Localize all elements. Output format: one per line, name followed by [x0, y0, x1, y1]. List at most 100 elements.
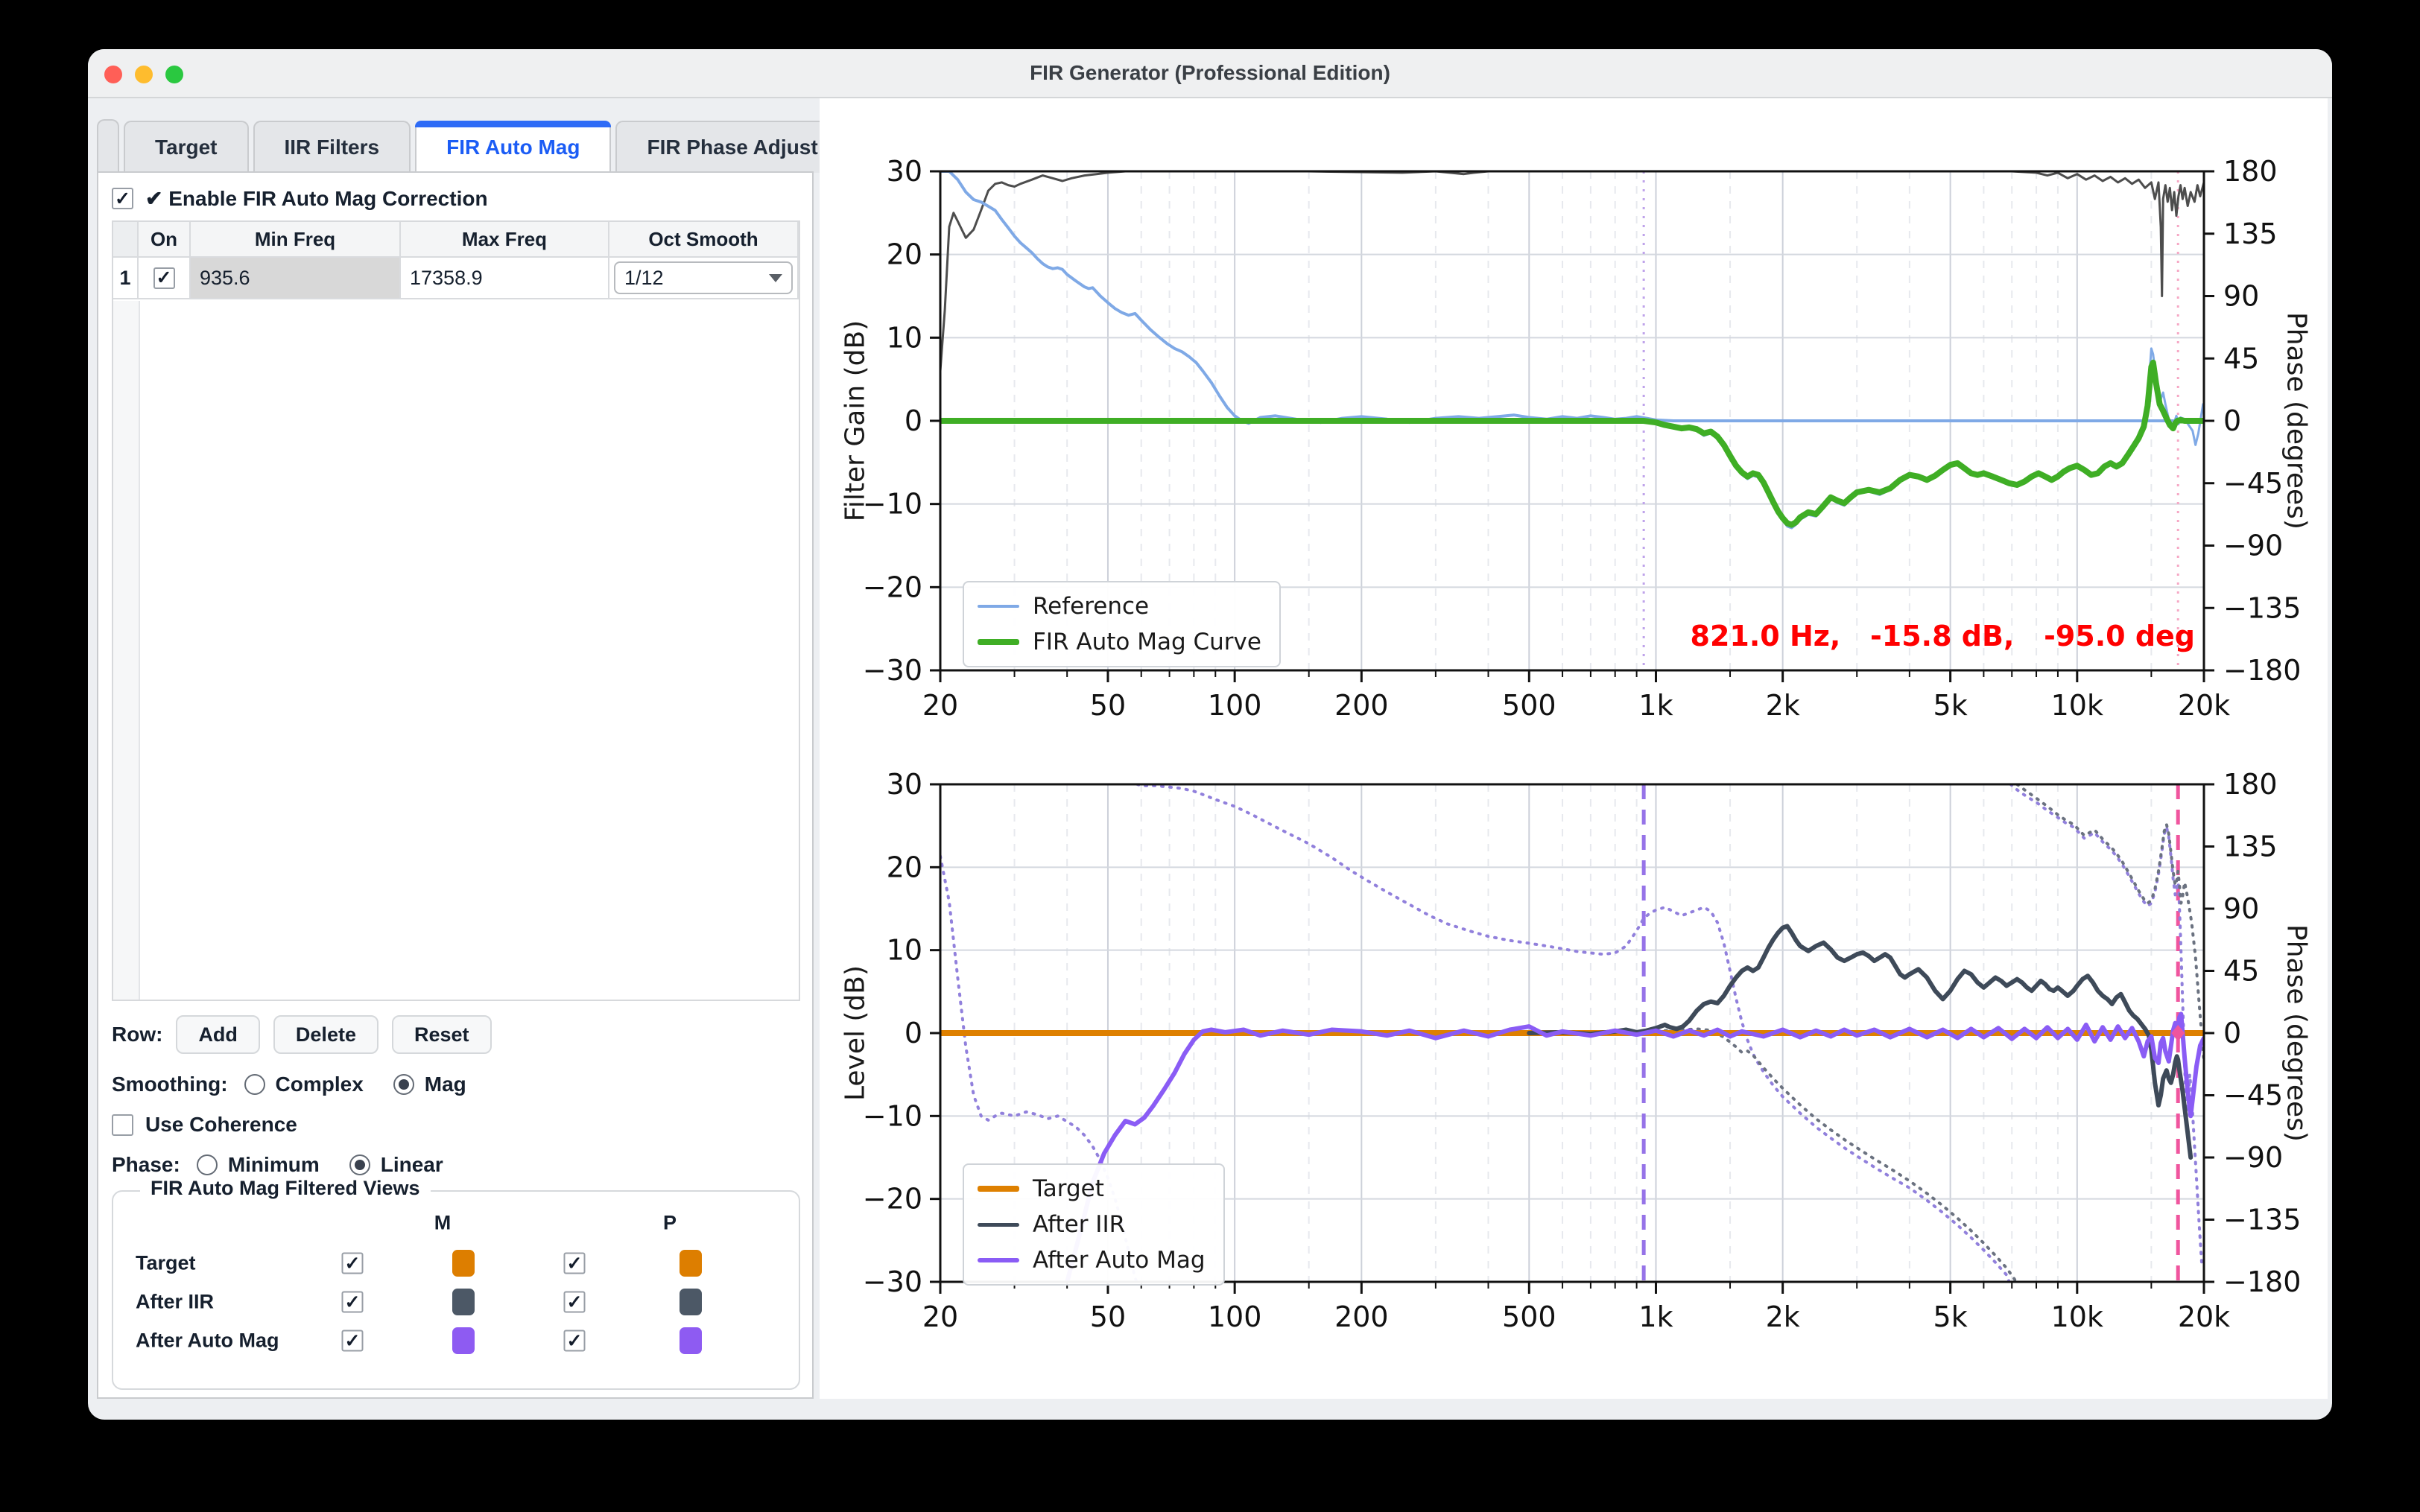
- phase-controls: Phase: Minimum Linear: [112, 1153, 443, 1177]
- bottom-chart-ylabel: Level (dB): [840, 965, 871, 1101]
- radio-option-mag[interactable]: Mag: [393, 1073, 466, 1096]
- reset-row-button[interactable]: Reset: [392, 1015, 492, 1054]
- row-on-checkbox[interactable]: ✓: [153, 267, 175, 289]
- after-iir-m-checkbox[interactable]: ✓: [342, 1292, 364, 1313]
- svg-text:1k: 1k: [1638, 689, 1673, 722]
- after-auto-mag-p-checkbox[interactable]: ✓: [564, 1330, 586, 1352]
- filtered-view-label-after-auto-mag: After Auto Mag: [136, 1330, 279, 1353]
- svg-text:−90: −90: [2223, 1141, 2283, 1174]
- chevron-down-icon: [769, 274, 782, 282]
- minimize-window-icon[interactable]: [135, 66, 153, 83]
- legend-label: After Auto Mag: [1033, 1247, 1206, 1274]
- svg-text:20k: 20k: [2178, 689, 2230, 722]
- svg-text:30: 30: [887, 768, 922, 801]
- after-iir-p-color-swatch[interactable]: [680, 1289, 702, 1315]
- window-title: FIR Generator (Professional Edition): [1030, 61, 1390, 85]
- min-freq-cell[interactable]: 935.6: [191, 258, 401, 299]
- target-m-checkbox[interactable]: ✓: [342, 1253, 364, 1274]
- [interactable]: ✓: [342, 1330, 364, 1352]
- svg-text:200: 200: [1334, 689, 1389, 722]
- svg-text:−20: −20: [863, 1183, 922, 1216]
- smoothing-complex-radio[interactable]: [244, 1074, 265, 1095]
- delete-row-button[interactable]: Delete: [273, 1015, 378, 1054]
- tab-iir-filters[interactable]: IIR Filters: [253, 121, 411, 173]
- [interactable]: ✓: [564, 1292, 586, 1313]
- enable-fir-auto-mag-checkbox[interactable]: ✓: [112, 188, 133, 209]
- svg-text:−10: −10: [863, 1099, 922, 1132]
- target-m-color-swatch[interactable]: [452, 1250, 475, 1277]
- svg-text:10k: 10k: [2051, 689, 2103, 722]
- svg-text:20: 20: [922, 689, 958, 722]
- radio-option-linear[interactable]: Linear: [349, 1153, 443, 1177]
- row-index-cell: 1: [113, 258, 139, 299]
- table-header-row: OnMin FreqMax FreqOct Smooth: [113, 222, 799, 258]
- title-bar: FIR Generator (Professional Edition): [88, 49, 2332, 98]
- legend-item-after-iir: After IIR: [978, 1211, 1206, 1238]
- phase-minimum-radio[interactable]: [197, 1154, 218, 1175]
- svg-text:−135: −135: [2223, 591, 2301, 624]
- svg-text:5k: 5k: [1933, 689, 1968, 722]
- svg-text:100: 100: [1208, 689, 1262, 722]
- svg-text:10k: 10k: [2051, 1300, 2103, 1333]
- svg-text:500: 500: [1502, 689, 1556, 722]
- radio-option-complex[interactable]: Complex: [244, 1073, 364, 1096]
- svg-text:20: 20: [887, 238, 922, 271]
- phase-linear-radio[interactable]: [349, 1154, 370, 1175]
- [interactable]: ✓: [564, 1253, 586, 1274]
- filtered-views-title: FIR Auto Mag Filtered Views: [140, 1177, 431, 1200]
- after-auto-mag-p-color-swatch[interactable]: [680, 1327, 702, 1354]
- legend-line-sample: [978, 639, 1019, 645]
- svg-text:5k: 5k: [1933, 1300, 1968, 1333]
- svg-text:−180: −180: [2223, 1265, 2301, 1298]
- top-chart-ylabel: Filter Gain (dB): [840, 320, 871, 521]
- svg-text:180: 180: [2223, 155, 2278, 188]
- table-header-Oct Smooth: Oct Smooth: [609, 222, 799, 258]
- zoom-window-icon[interactable]: [165, 66, 183, 83]
- tab-overflow-stub[interactable]: [97, 119, 119, 173]
- svg-text:−135: −135: [2223, 1204, 2301, 1236]
- close-window-icon[interactable]: [104, 66, 122, 83]
- add-row-button[interactable]: Add: [176, 1015, 259, 1054]
- target-p-checkbox[interactable]: ✓: [564, 1253, 586, 1274]
- tab-fir-auto-mag[interactable]: FIR Auto Mag: [415, 121, 611, 173]
- tab-fir-phase-adjust[interactable]: FIR Phase Adjust: [615, 121, 849, 173]
- target-p-color-swatch[interactable]: [680, 1250, 702, 1277]
- phase-label: Phase:: [112, 1153, 180, 1177]
- [interactable]: ✓: [564, 1330, 586, 1352]
- [interactable]: ✓: [342, 1292, 364, 1313]
- bottom-chart-phase-label: Phase (degrees): [2281, 924, 2312, 1142]
- table-row-header-strip: [113, 301, 140, 1000]
- radio-option-minimum[interactable]: Minimum: [197, 1153, 320, 1177]
- row-controls: Row: AddDeleteReset: [112, 1015, 492, 1054]
- svg-text:90: 90: [2223, 892, 2259, 925]
- : [452, 1327, 475, 1354]
- svg-text:45: 45: [2223, 342, 2259, 375]
- cursor-readout: 821.0 Hz, -15.8 dB, -95.0 deg: [1691, 620, 2195, 652]
- use-coherence-checkbox[interactable]: [112, 1114, 133, 1136]
- filtered-views-col-header-p: P: [663, 1212, 677, 1235]
- legend-label: Reference: [1033, 593, 1149, 620]
- legend-line-sample: [978, 605, 1019, 608]
- chart-area: 20501002005001k2k5k10k20k−30−20−10010203…: [820, 98, 2328, 1399]
- oct-smooth-value: 1/12: [624, 267, 664, 290]
- after-auto-mag-m-color-swatch[interactable]: [452, 1327, 475, 1354]
- svg-text:−30: −30: [863, 1265, 922, 1298]
- after-iir-m-color-swatch[interactable]: [452, 1289, 475, 1315]
- oct-smooth-dropdown[interactable]: 1/12: [614, 261, 793, 294]
- table-header-index: [113, 222, 139, 258]
- fir-auto-mag-panel: ✓ ✔ Enable FIR Auto Mag Correction OnMin…: [97, 171, 814, 1399]
- after-iir-p-checkbox[interactable]: ✓: [564, 1292, 586, 1313]
- svg-text:135: 135: [2223, 830, 2278, 863]
- max-freq-cell[interactable]: 17358.9: [401, 258, 609, 299]
- after-auto-mag-m-checkbox[interactable]: ✓: [342, 1330, 364, 1352]
- svg-text:0: 0: [905, 1017, 922, 1049]
- legend-line-sample: [978, 1223, 1019, 1227]
- table-row: 1 ✓ 935.617358.9 1/12: [113, 258, 799, 299]
- svg-text:500: 500: [1502, 1300, 1556, 1333]
- svg-text:−45: −45: [2223, 1079, 2283, 1112]
- [interactable]: ✓: [342, 1253, 364, 1274]
- svg-text:1k: 1k: [1638, 1300, 1673, 1333]
- svg-text:100: 100: [1208, 1300, 1262, 1333]
- smoothing-mag-radio[interactable]: [393, 1074, 414, 1095]
- tab-target[interactable]: Target: [124, 121, 249, 173]
